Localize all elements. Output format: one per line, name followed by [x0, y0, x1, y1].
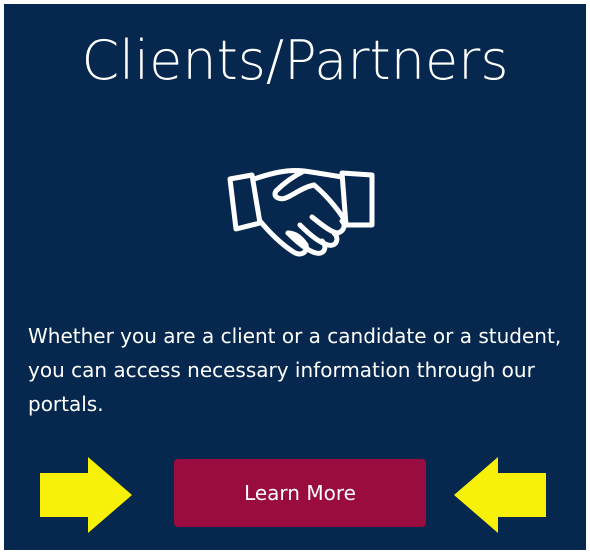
card-title: Clients/Partners — [81, 29, 509, 92]
card-description: Whether you are a client or a candidate … — [28, 324, 562, 416]
learn-more-button[interactable]: Learn More — [174, 459, 426, 527]
arrow-right-icon — [38, 457, 134, 533]
handshake-icon — [222, 159, 380, 267]
arrow-left-icon — [452, 457, 548, 533]
